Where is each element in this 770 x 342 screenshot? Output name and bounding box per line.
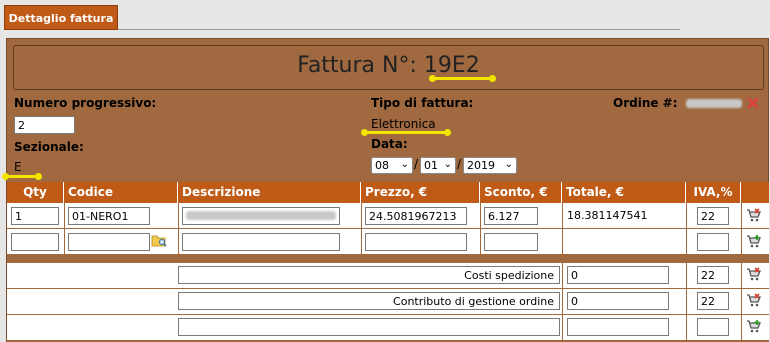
costi-spedizione-input[interactable] [567,266,669,284]
year-select[interactable]: 2019 ⌄ [463,157,517,174]
column-divider [562,203,563,342]
qty-input[interactable] [11,207,59,225]
col-codice: Codice [64,182,178,203]
iva-input[interactable] [697,292,729,310]
chevron-down-icon: ⌄ [400,159,409,170]
remove-from-cart-icon[interactable] [746,293,762,307]
section-divider [7,255,769,263]
iva-input[interactable] [697,318,729,336]
iva-input[interactable] [697,207,729,225]
tipo-fattura-label: Tipo di fattura: [371,96,474,110]
remove-from-cart-icon[interactable] [746,208,762,222]
iva-input[interactable] [697,266,729,284]
codice-input[interactable] [68,207,150,225]
contributo-gestione-label: Contributo di gestione ordine [393,295,554,308]
tipo-fattura-value: Elettronica [371,117,436,131]
sezionale-label: Sezionale: [14,140,84,154]
iva-input[interactable] [697,233,729,251]
day-select[interactable]: 08 ⌄ [371,157,413,174]
invoice-title-prefix: Fattura N°: [297,53,424,78]
contributo-gestione-input[interactable] [567,292,669,310]
descrizione-input[interactable] [182,233,340,251]
column-divider [361,203,362,255]
col-sconto: Sconto, € [480,182,562,203]
month-select[interactable]: 01 ⌄ [420,157,456,174]
invoice-title: Fattura N°: 19E2 [14,53,763,78]
day-value: 08 [375,159,389,172]
highlight-dot [35,173,42,180]
prezzo-input[interactable] [365,233,467,251]
date-separator: / [414,157,419,171]
totale-value: 18.381147541 [567,209,648,222]
col-qty: Qty [7,182,64,203]
add-to-cart-icon[interactable] [746,234,762,248]
column-divider [178,203,179,255]
chevron-down-icon: ⌄ [504,159,513,170]
column-divider [480,203,481,255]
tab-underline [118,29,680,30]
descrizione-redacted [186,211,336,220]
data-label: Data: [371,137,408,151]
highlight-dot [2,173,9,180]
extra-label-box: Contributo di gestione ordine [178,292,560,310]
col-prezzo: Prezzo, € [361,182,480,203]
date-separator: / [457,157,462,171]
column-divider [64,203,65,255]
prezzo-input[interactable] [365,207,467,225]
extra-label-input[interactable] [178,318,560,336]
sconto-input[interactable] [484,207,538,225]
highlight-underline [4,175,39,178]
numero-progressivo-label: Numero progressivo: [14,96,157,110]
highlight-dot [489,75,496,82]
extra-label-box: Costi spedizione [178,266,560,284]
delete-x-icon[interactable] [747,97,759,109]
tab-dettaglio-fattura[interactable]: Dettaglio fattura [4,5,118,30]
add-to-cart-icon[interactable] [746,319,762,333]
ordine-number-redacted [686,99,742,108]
sconto-input[interactable] [484,233,538,251]
codice-input[interactable] [68,233,150,251]
highlight-dot [444,129,451,136]
costi-spedizione-label: Costi spedizione [464,269,554,282]
column-divider [686,203,687,342]
remove-from-cart-icon[interactable] [746,267,762,281]
folder-search-icon[interactable] [151,233,167,248]
month-value: 01 [424,159,438,172]
col-descrizione: Descrizione [178,182,361,203]
highlight-dot [361,129,368,136]
sezionale-value: E [14,160,22,174]
highlight-underline [432,77,492,80]
chevron-down-icon: ⌄ [443,159,452,170]
col-totale: Totale, € [562,182,686,203]
year-value: 2019 [467,159,495,172]
col-iva: IVA,% [686,182,741,203]
highlight-dot [429,75,436,82]
ordine-label: Ordine #: [613,96,678,110]
extra-value-input[interactable] [567,318,669,336]
column-divider [741,203,742,342]
highlight-underline [364,131,450,134]
qty-input[interactable] [11,233,59,251]
numero-progressivo-input[interactable] [14,116,75,134]
invoice-header: Fattura N°: 19E2 [13,45,764,90]
